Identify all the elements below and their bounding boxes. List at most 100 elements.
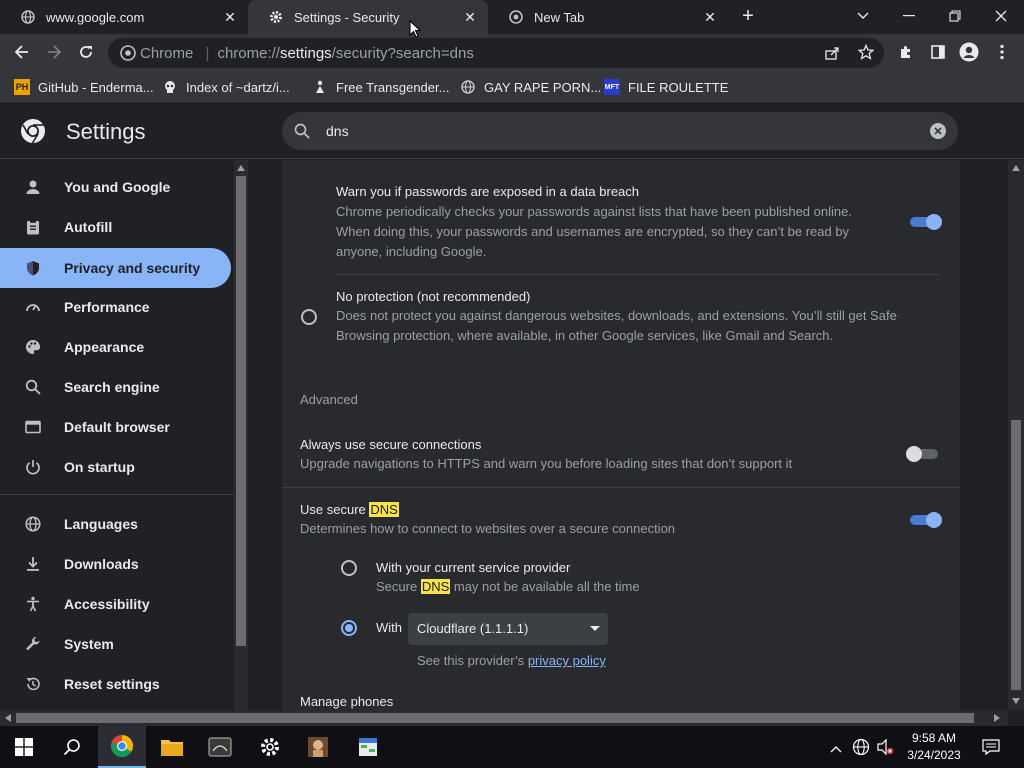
mft-logo-icon: MFT (604, 79, 620, 95)
speedometer-icon (24, 298, 42, 316)
scroll-up-arrow-icon[interactable] (1012, 165, 1020, 171)
sidebar-item-appearance[interactable]: Appearance (0, 327, 231, 367)
taskbar-search-button[interactable] (48, 726, 96, 768)
clock-time: 9:58 AM (911, 731, 957, 745)
sidebar-scrollbar-thumb[interactable] (236, 176, 246, 646)
sidebar-item-accessibility[interactable]: Accessibility (0, 584, 231, 624)
start-button[interactable] (0, 726, 48, 768)
sidebar-item-system[interactable]: System (0, 624, 231, 664)
taskbar-spreadsheet[interactable] (344, 726, 392, 768)
dns-title-text: Use secure (300, 502, 370, 517)
no-protection-radio[interactable] (301, 309, 317, 325)
system-clock[interactable]: 9:58 AM 3/24/2023 (896, 730, 972, 764)
scroll-right-arrow-icon[interactable] (994, 714, 1000, 722)
sidebar-item-label: Appearance (64, 339, 145, 355)
bookmark-label: GAY RAPE PORN... (484, 79, 602, 95)
kebab-menu-icon (1000, 44, 1004, 60)
breach-desc-line: anyone, including Google. (336, 244, 487, 259)
sidebar-item-label: You and Google (64, 179, 171, 195)
back-arrow-icon (14, 45, 28, 59)
sidebar-item-reset-settings[interactable]: Reset settings (0, 664, 231, 704)
sidebar-item-default-browser[interactable]: Default browser (0, 407, 231, 447)
forward-button[interactable] (40, 38, 68, 66)
https-description: Upgrade navigations to HTTPS and warn yo… (300, 456, 793, 471)
game-icon (308, 737, 328, 757)
tab-search-button[interactable] (840, 0, 886, 32)
notifications-icon[interactable] (982, 738, 1000, 761)
taskbar-chrome[interactable] (98, 726, 146, 768)
close-icon[interactable]: ✕ (462, 9, 478, 25)
close-icon[interactable]: ✕ (222, 9, 238, 25)
restore-button[interactable] (932, 0, 978, 32)
profile-button[interactable] (955, 38, 983, 66)
https-title: Always use secure connections (300, 437, 482, 452)
tab-title: New Tab (534, 9, 585, 25)
tab-new-tab[interactable]: New Tab ✕ (488, 0, 728, 34)
tab-settings-security[interactable]: Settings - Security ✕ (248, 0, 488, 34)
side-panel-button[interactable] (924, 38, 952, 66)
scroll-up-arrow-icon[interactable] (237, 165, 245, 171)
custom-provider-radio[interactable] (341, 620, 357, 636)
taskbar-game[interactable] (294, 726, 342, 768)
clear-search-icon[interactable] (930, 123, 946, 144)
minimize-button[interactable] (886, 0, 932, 32)
advanced-heading: Advanced (300, 392, 358, 407)
network-globe-icon[interactable] (852, 738, 870, 761)
bookmark-star-icon[interactable] (857, 43, 875, 65)
reload-button[interactable] (72, 38, 100, 66)
sidebar-item-privacy-and-security[interactable]: Privacy and security (0, 248, 231, 288)
bookmark-globe-site[interactable]: GAY RAPE PORN... (460, 77, 601, 97)
close-icon (995, 10, 1007, 22)
volume-muted-icon[interactable] (876, 738, 894, 761)
settings-search-field[interactable]: dns (282, 112, 958, 150)
sidebar-item-on-startup[interactable]: On startup (0, 447, 231, 487)
sidebar-item-performance[interactable]: Performance (0, 287, 231, 327)
close-window-button[interactable] (978, 0, 1024, 32)
extensions-button[interactable] (892, 38, 920, 66)
bookmark-github[interactable]: PH GitHub - Enderma... (14, 77, 154, 97)
sidebar-item-languages[interactable]: Languages (0, 504, 231, 544)
download-icon (24, 555, 42, 573)
close-icon[interactable]: ✕ (702, 9, 718, 25)
address-bar[interactable]: Chrome | chrome://settings/security?searc… (108, 38, 884, 68)
tab-google[interactable]: www.google.com ✕ (0, 0, 248, 34)
horizontal-scrollbar-thumb[interactable] (16, 713, 974, 723)
secure-dns-toggle[interactable] (908, 512, 942, 528)
taskbar-file-explorer[interactable] (148, 726, 196, 768)
ph-logo-icon: PH (14, 79, 30, 95)
person-icon (24, 178, 42, 196)
current-provider-radio[interactable] (341, 560, 357, 576)
new-tab-button[interactable]: + (726, 0, 770, 32)
url-host: settings (279, 45, 332, 62)
scroll-left-arrow-icon[interactable] (5, 714, 11, 722)
https-toggle[interactable] (906, 446, 940, 462)
sidebar-item-autofill[interactable]: Autofill (0, 207, 231, 247)
sidebar-item-search-engine[interactable]: Search engine (0, 367, 231, 407)
chevron-up-icon[interactable] (830, 740, 842, 758)
bookmarks-bar: PH GitHub - Enderma... Index of ~dartz/i… (0, 72, 1024, 102)
menu-button[interactable] (988, 38, 1016, 66)
scroll-down-arrow-icon[interactable] (1012, 698, 1020, 704)
sidebar-item-you-and-google[interactable]: You and Google (0, 167, 231, 207)
clock-date: 3/24/2023 (907, 748, 961, 762)
bookmark-index-of[interactable]: Index of ~dartz/i... (162, 77, 290, 97)
bookmark-free-transgender[interactable]: Free Transgender... (312, 77, 449, 97)
dns-provider-select[interactable]: Cloudflare (1.1.1.1) (408, 613, 608, 645)
breach-warning-toggle[interactable] (908, 214, 942, 230)
settings-header: Settings dns (0, 103, 1024, 159)
bookmark-file-roulette[interactable]: MFT FILE ROULETTE (604, 77, 728, 97)
sidebar-item-downloads[interactable]: Downloads (0, 544, 231, 584)
share-icon[interactable] (824, 45, 840, 66)
taskbar-terminal[interactable] (196, 726, 244, 768)
privacy-policy-link[interactable]: privacy policy (528, 653, 606, 668)
main-scrollbar-thumb[interactable] (1011, 420, 1021, 690)
no-protection-desc-line: Browsing protection, where available, in… (336, 328, 834, 343)
manage-phones-label[interactable]: Manage phones (300, 694, 393, 709)
back-button[interactable] (8, 38, 36, 66)
current-provider-title: With your current service provider (376, 560, 571, 575)
search-input[interactable]: dns (326, 123, 349, 139)
taskbar-settings[interactable] (246, 726, 294, 768)
reset-icon (24, 675, 42, 693)
wrench-icon (24, 635, 42, 653)
sidebar-item-label: Privacy and security (64, 260, 201, 276)
